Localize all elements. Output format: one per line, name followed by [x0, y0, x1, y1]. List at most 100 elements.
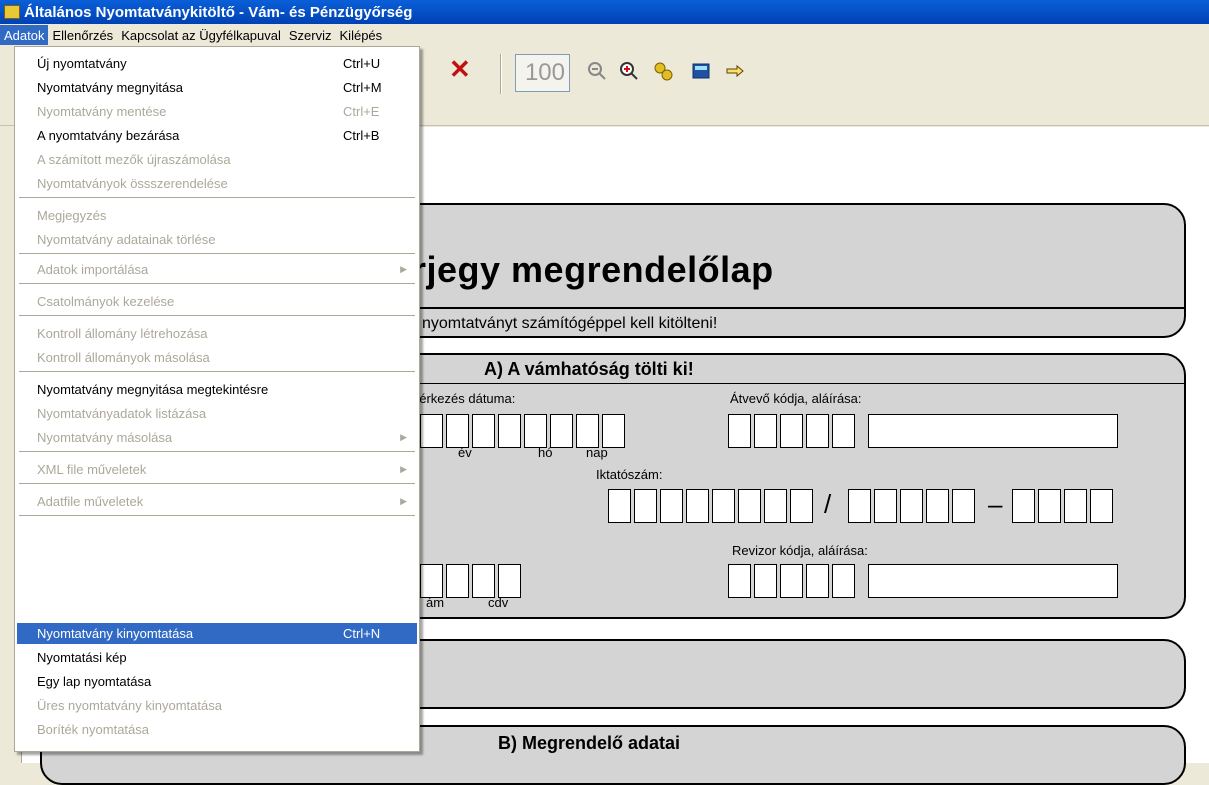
menu-item-kontroll-masolasa: Kontroll állományok másolása [17, 347, 417, 368]
revizor-label: Revizor kódja, aláírása: [732, 543, 868, 558]
menu-item-label: Nyomtatvány kinyomtatása [37, 626, 194, 641]
menu-item-ures-kinyomtatas: Üres nyomtatvány kinyomtatása [17, 695, 417, 716]
submenu-arrow-icon: ▶ [400, 496, 407, 506]
menu-item-shortcut: Ctrl+M [343, 80, 382, 95]
submenu-arrow-icon: ▶ [400, 432, 407, 442]
menu-item-label: Új nyomtatvány [37, 56, 127, 71]
form-title: rjegy megrendelőlap [412, 249, 774, 290]
title-bar: Általános Nyomtatványkitöltő - Vám- és P… [0, 0, 1209, 24]
zoom-in-icon[interactable] [618, 60, 640, 82]
menu-item-egy-lap[interactable]: Egy lap nyomtatása [17, 671, 417, 692]
menu-item-nyomtatvany-masolasa: Nyomtatvány másolása ▶ [17, 427, 417, 448]
received-by-code-boxes[interactable] [728, 414, 858, 448]
menu-item-megnyitas-megtekintesre[interactable]: Nyomtatvány megnyitása megtekintésre [17, 379, 417, 400]
menu-item-label: Nyomtatvány másolása [37, 430, 173, 445]
menu-item-xml-muveletek: XML file műveletek ▶ [17, 459, 417, 480]
zoom-out-icon[interactable] [586, 60, 608, 82]
adatok-dropdown-menu: Új nyomtatvány Ctrl+U Nyomtatvány megnyit… [14, 46, 420, 752]
menu-item-label: Csatolmányok kezelése [37, 294, 175, 309]
iktatoszam-boxes-3[interactable] [1012, 489, 1116, 523]
received-date-boxes[interactable] [420, 414, 628, 448]
menu-kilepes[interactable]: Kilépés [336, 25, 387, 45]
form-subtitle: nyomtatványt számítógéppel kell kitölten… [422, 315, 718, 332]
menu-item-boritek: Boríték nyomtatása [17, 719, 417, 740]
szam-label: ám [426, 595, 445, 610]
received-by-label: Átvevő kódja, aláírása: [730, 391, 862, 406]
day-label: nap [586, 445, 608, 460]
menu-item-bezaras[interactable]: A nyomtatvány bezárása Ctrl+B [17, 125, 417, 146]
menu-item-label: Nyomtatvány mentése [37, 104, 167, 119]
iktatoszam-dash: – [988, 489, 1003, 519]
menu-ugyfelkapu[interactable]: Kapcsolat az Ügyfélkapuval [117, 25, 285, 45]
menu-separator [19, 451, 415, 453]
menu-adatok[interactable]: Adatok [0, 25, 49, 45]
menu-item-kontroll-letrehozasa: Kontroll állomány létrehozása [17, 323, 417, 344]
submenu-arrow-icon: ▶ [400, 464, 407, 474]
menu-item-nyomtatasi-kep[interactable]: Nyomtatási kép [17, 647, 417, 668]
iktatoszam-boxes-1[interactable] [608, 489, 816, 523]
menu-separator [19, 315, 415, 317]
menu-separator [19, 283, 415, 285]
month-label: hó [538, 445, 553, 460]
settings-icon[interactable] [652, 60, 674, 82]
menu-separator [19, 253, 415, 255]
menu-item-label: Boríték nyomtatása [37, 722, 149, 737]
revizor-signature-field[interactable] [868, 564, 1118, 598]
menu-item-label: A nyomtatvány bezárása [37, 128, 180, 143]
menu-item-shortcut: Ctrl+U [343, 56, 381, 71]
pointing-hand-icon[interactable] [724, 60, 746, 82]
menu-item-adatok-listazasa: Nyomtatványadatok listázása [17, 403, 417, 424]
iktatoszam-boxes-2[interactable] [848, 489, 978, 523]
menu-item-shortcut: Ctrl+B [343, 128, 380, 143]
menu-bar: Adatok Ellenőrzés Kapcsolat az Ügyfélkap… [0, 24, 1209, 46]
menu-item-label: Megjegyzés [37, 208, 107, 223]
menu-item-label: Nyomtatvány megnyitása [37, 80, 183, 95]
menu-item-uj-nyomtatvany[interactable]: Új nyomtatvány Ctrl+U [17, 53, 417, 74]
menu-item-label: Adatok importálása [37, 262, 149, 277]
iktatoszam-slash: / [824, 489, 832, 519]
menu-item-shortcut: Ctrl+E [343, 104, 380, 119]
zoom-field[interactable]: 100 [515, 54, 570, 92]
menu-item-label: Nyomtatási kép [37, 650, 127, 665]
menu-item-label: Nyomtatványok össszerendelése [37, 176, 228, 191]
menu-item-label: Nyomtatványadatok listázása [37, 406, 207, 421]
section-a-title: A) A vámhatóság tölti ki! [484, 359, 694, 379]
menu-item-kinyomtatas[interactable]: Nyomtatvány kinyomtatása Ctrl+N [17, 623, 417, 644]
menu-item-nyomtatvany-mentese: Nyomtatvány mentése Ctrl+E [17, 101, 417, 122]
menu-item-label: Üres nyomtatvány kinyomtatása [37, 698, 222, 713]
received-date-label: eérkezés dátuma: [412, 391, 516, 406]
menu-item-ujraszamolas: A számított mezők újraszámolása [17, 149, 417, 170]
received-by-signature-field[interactable] [868, 414, 1118, 448]
cdv-label: cdv [488, 595, 509, 610]
menu-item-adatok-torlese: Nyomtatvány adatainak törlése [17, 229, 417, 250]
menu-item-shortcut: Ctrl+N [343, 626, 381, 641]
menu-item-label: XML file műveletek [37, 462, 147, 477]
menu-item-csatolmanyok: Csatolmányok kezelése [17, 291, 417, 312]
menu-item-osszerendeles: Nyomtatványok össszerendelése [17, 173, 417, 194]
calculator-icon[interactable] [690, 60, 712, 82]
menu-item-adatok-importalasa: Adatok importálása ▶ [17, 259, 417, 280]
menu-separator [19, 515, 415, 517]
menu-separator [19, 197, 415, 199]
menu-item-label: Kontroll állomány létrehozása [37, 326, 208, 341]
menu-item-label: Nyomtatvány megnyitása megtekintésre [37, 382, 269, 397]
iktatoszam-label: Iktatószám: [596, 467, 663, 482]
menu-item-label: A számított mezők újraszámolása [37, 152, 231, 167]
menu-item-nyomtatvany-megnyitasa[interactable]: Nyomtatvány megnyitása Ctrl+M [17, 77, 417, 98]
menu-item-label: Kontroll állományok másolása [37, 350, 210, 365]
menu-item-label: Adatfile műveletek [37, 494, 144, 509]
window-title: Általános Nyomtatványkitöltő - Vám- és P… [24, 3, 413, 21]
menu-szerviz[interactable]: Szerviz [285, 25, 336, 45]
menu-item-label: Egy lap nyomtatása [37, 674, 152, 689]
revizor-code-boxes[interactable] [728, 564, 858, 598]
menu-item-adatfile-muveletek: Adatfile műveletek ▶ [17, 491, 417, 512]
year-label: év [458, 445, 472, 460]
menu-item-label: Nyomtatvány adatainak törlése [37, 232, 216, 247]
menu-separator [19, 483, 415, 485]
menu-ellenorzes[interactable]: Ellenőrzés [48, 25, 117, 45]
app-icon [4, 5, 20, 19]
toolbar-separator [500, 54, 502, 94]
menu-separator [19, 371, 415, 373]
szam-boxes[interactable] [420, 564, 524, 598]
close-form-icon[interactable]: ✕ [449, 54, 471, 85]
